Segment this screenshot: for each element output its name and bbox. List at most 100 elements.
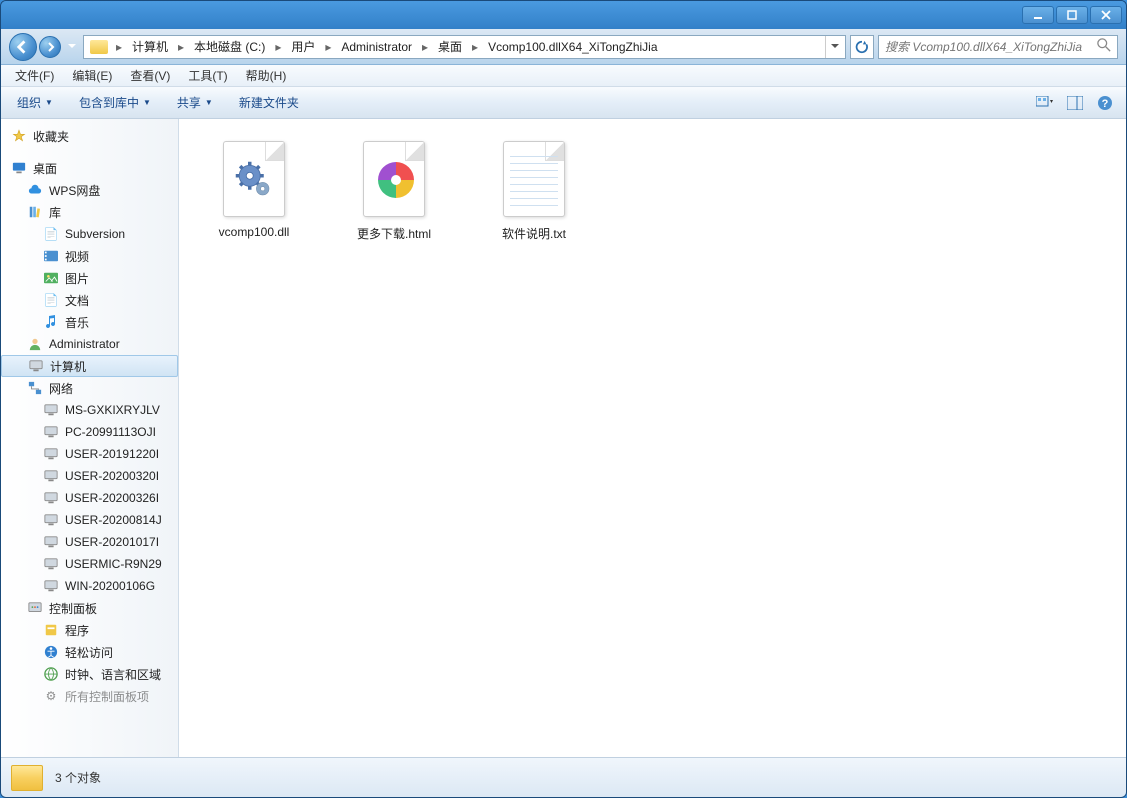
- sidebar-documents[interactable]: 📄 文档: [1, 289, 178, 311]
- close-button[interactable]: [1090, 6, 1122, 24]
- search-box[interactable]: [878, 35, 1118, 59]
- maximize-button[interactable]: [1056, 6, 1088, 24]
- breadcrumb-current-folder[interactable]: Vcomp100.dllX64_XiTongZhiJia: [482, 36, 663, 58]
- menu-file[interactable]: 文件(F): [7, 65, 62, 86]
- sidebar-desktop[interactable]: 桌面: [1, 157, 178, 179]
- sidebar-administrator[interactable]: Administrator: [1, 333, 178, 355]
- sidebar-label: 收藏夹: [33, 128, 69, 145]
- share-button[interactable]: 共享 ▼: [171, 91, 219, 114]
- computer-icon: [43, 446, 59, 462]
- chevron-right-icon[interactable]: ▸: [321, 36, 335, 58]
- chevron-right-icon[interactable]: ▸: [174, 36, 188, 58]
- chevron-down-icon: ▼: [143, 98, 151, 107]
- sidebar-favorites[interactable]: 收藏夹: [1, 125, 178, 147]
- explorer-window: ▸ 计算机 ▸ 本地磁盘 (C:) ▸ 用户 ▸ Administrator ▸…: [0, 0, 1127, 798]
- sidebar-music[interactable]: 音乐: [1, 311, 178, 333]
- sidebar-label: USERMIC-R9N29: [65, 557, 162, 571]
- file-list[interactable]: vcomp100.dll 更多下载.html: [179, 119, 1126, 757]
- chevron-right-icon[interactable]: ▸: [418, 36, 432, 58]
- view-options-button[interactable]: [1034, 92, 1056, 114]
- sidebar-label: 音乐: [65, 314, 89, 331]
- address-dropdown[interactable]: [825, 36, 843, 58]
- sidebar-clock-lang-region[interactable]: 时钟、语言和区域: [1, 663, 178, 685]
- breadcrumb-desktop[interactable]: 桌面: [432, 36, 468, 58]
- sidebar-computer[interactable]: 计算机: [1, 355, 178, 377]
- sidebar-label: 计算机: [50, 358, 86, 375]
- sidebar-label: PC-20991113OJI: [65, 425, 156, 439]
- folder-icon: [90, 40, 108, 54]
- file-item[interactable]: 更多下载.html: [339, 139, 449, 242]
- music-icon: [43, 314, 59, 330]
- sidebar-label: 文档: [65, 292, 89, 309]
- address-bar[interactable]: ▸ 计算机 ▸ 本地磁盘 (C:) ▸ 用户 ▸ Administrator ▸…: [83, 35, 846, 59]
- command-bar: 组织 ▼ 包含到库中 ▼ 共享 ▼ 新建文件夹 ?: [1, 87, 1126, 119]
- share-label: 共享: [177, 94, 201, 111]
- chevron-down-icon: ▼: [205, 98, 213, 107]
- breadcrumb-drive-c[interactable]: 本地磁盘 (C:): [188, 36, 271, 58]
- include-in-library-button[interactable]: 包含到库中 ▼: [73, 91, 157, 114]
- history-dropdown[interactable]: [65, 34, 79, 60]
- txt-file-icon: [494, 139, 574, 219]
- sidebar-network-computer[interactable]: PC-20991113OJI: [1, 421, 178, 443]
- sidebar-network-computer[interactable]: USERMIC-R9N29: [1, 553, 178, 575]
- sidebar-libraries[interactable]: 库: [1, 201, 178, 223]
- help-button[interactable]: ?: [1094, 92, 1116, 114]
- file-name: 更多下载.html: [357, 225, 431, 242]
- sidebar-truncated-item[interactable]: ⚙ 所有控制面板项: [1, 685, 178, 707]
- sidebar-network-computer[interactable]: WIN-20200106G: [1, 575, 178, 597]
- minimize-button[interactable]: [1022, 6, 1054, 24]
- navigation-bar: ▸ 计算机 ▸ 本地磁盘 (C:) ▸ 用户 ▸ Administrator ▸…: [1, 29, 1126, 65]
- computer-icon: [43, 578, 59, 594]
- chevron-right-icon[interactable]: ▸: [112, 36, 126, 58]
- sidebar-network-computer[interactable]: USER-20191220I: [1, 443, 178, 465]
- sidebar-label: USER-20191220I: [65, 447, 159, 461]
- sidebar-network-computer[interactable]: USER-20200326I: [1, 487, 178, 509]
- sidebar-label: 桌面: [33, 160, 57, 177]
- chevron-right-icon[interactable]: ▸: [468, 36, 482, 58]
- new-folder-button[interactable]: 新建文件夹: [233, 91, 305, 114]
- sidebar-label: 所有控制面板项: [65, 688, 149, 705]
- sidebar-control-panel[interactable]: 控制面板: [1, 597, 178, 619]
- sidebar-network-computer[interactable]: USER-20200320I: [1, 465, 178, 487]
- sidebar-programs[interactable]: 程序: [1, 619, 178, 641]
- library-icon: [27, 204, 43, 220]
- breadcrumb-users[interactable]: 用户: [285, 36, 321, 58]
- menu-view[interactable]: 查看(V): [122, 65, 178, 86]
- sidebar-network[interactable]: 网络: [1, 377, 178, 399]
- sidebar-subversion[interactable]: 📄 Subversion: [1, 223, 178, 245]
- status-text: 3 个对象: [55, 769, 101, 786]
- computer-icon: [28, 358, 44, 374]
- sidebar-network-computer[interactable]: USER-20201017I: [1, 531, 178, 553]
- file-item[interactable]: 软件说明.txt: [479, 139, 589, 242]
- sidebar-label: 视频: [65, 248, 89, 265]
- video-icon: [43, 248, 59, 264]
- refresh-button[interactable]: [850, 35, 874, 59]
- breadcrumb-computer[interactable]: 计算机: [126, 36, 174, 58]
- sidebar-ease-of-access[interactable]: 轻松访问: [1, 641, 178, 663]
- sidebar-label: MS-GXKIXRYJLV: [65, 403, 160, 417]
- sidebar-videos[interactable]: 视频: [1, 245, 178, 267]
- chevron-right-icon[interactable]: ▸: [271, 36, 285, 58]
- back-button[interactable]: [9, 33, 37, 61]
- menu-edit[interactable]: 编辑(E): [64, 65, 120, 86]
- cloud-icon: [27, 182, 43, 198]
- file-item[interactable]: vcomp100.dll: [199, 139, 309, 239]
- preview-pane-button[interactable]: [1064, 92, 1086, 114]
- sidebar-pictures[interactable]: 图片: [1, 267, 178, 289]
- search-input[interactable]: [885, 40, 1097, 54]
- organize-button[interactable]: 组织 ▼: [11, 91, 59, 114]
- globe-icon: [43, 666, 59, 682]
- sidebar-network-computer[interactable]: MS-GXKIXRYJLV: [1, 399, 178, 421]
- file-name: vcomp100.dll: [219, 225, 290, 239]
- menu-tools[interactable]: 工具(T): [180, 65, 235, 86]
- file-name: 软件说明.txt: [502, 225, 566, 242]
- document-icon: 📄: [43, 292, 59, 308]
- breadcrumb-administrator[interactable]: Administrator: [335, 36, 418, 58]
- sidebar-wps[interactable]: WPS网盘: [1, 179, 178, 201]
- forward-button[interactable]: [39, 36, 61, 58]
- programs-icon: [43, 622, 59, 638]
- computer-icon: [43, 402, 59, 418]
- menu-help[interactable]: 帮助(H): [238, 65, 295, 86]
- document-icon: 📄: [43, 226, 59, 242]
- sidebar-network-computer[interactable]: USER-20200814J: [1, 509, 178, 531]
